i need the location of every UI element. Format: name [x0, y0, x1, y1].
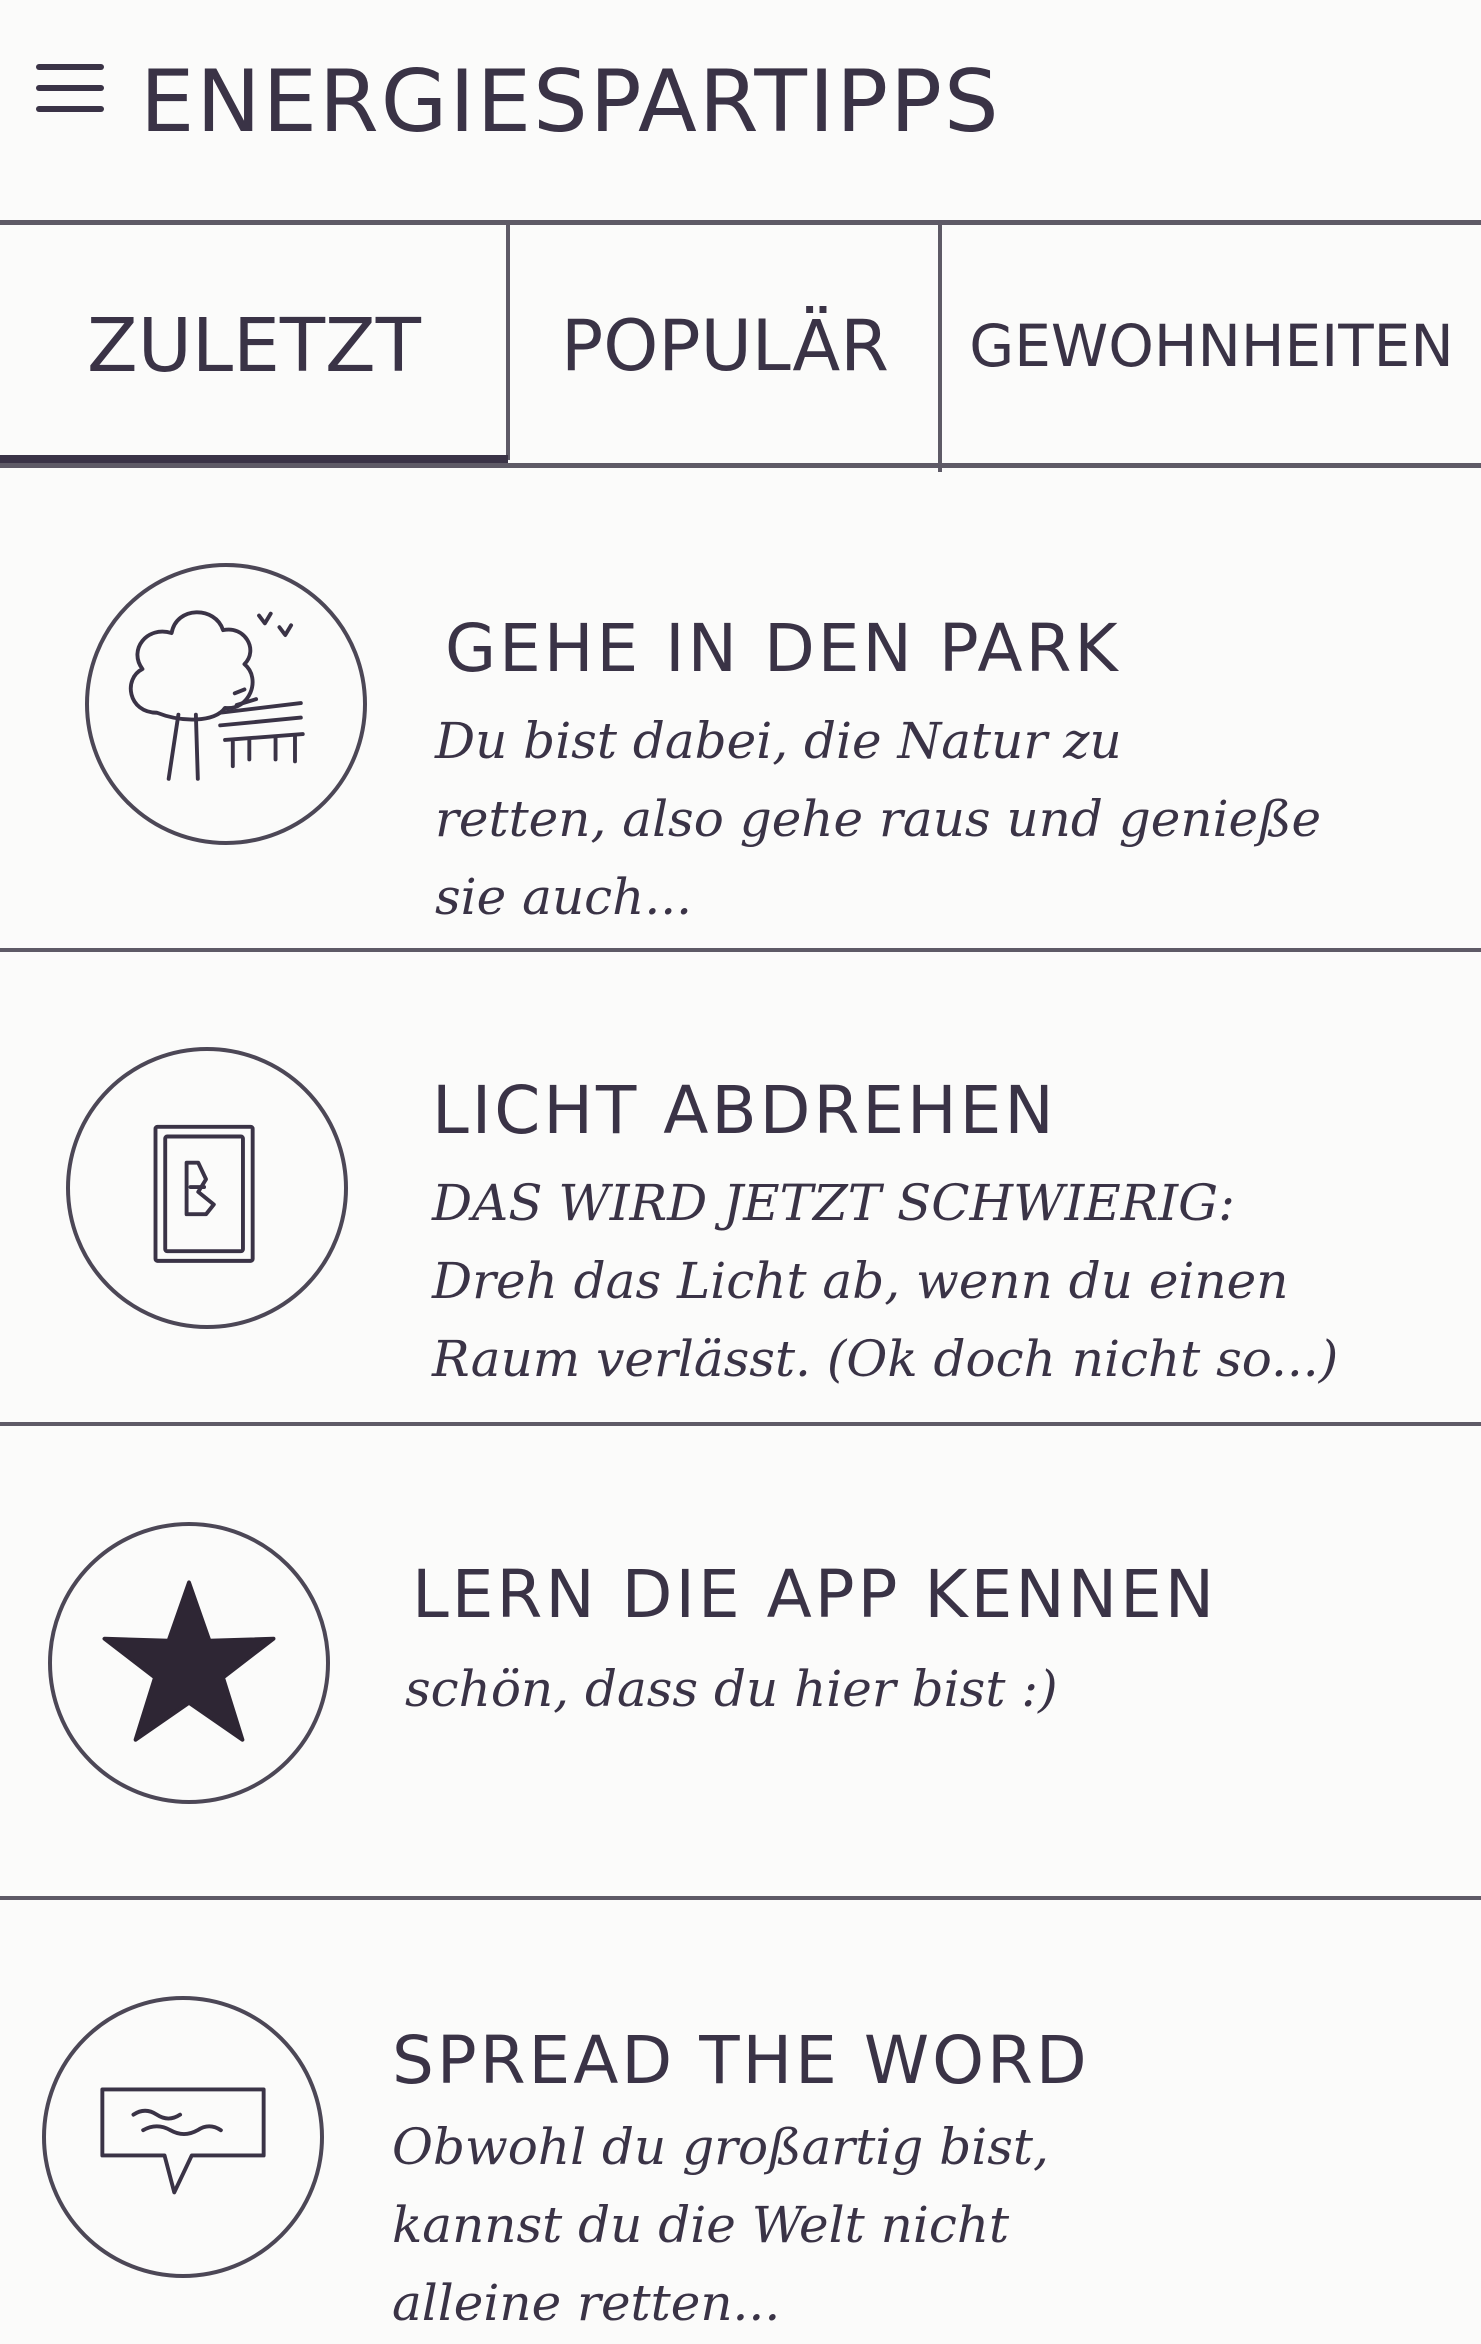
active-tab-indicator	[0, 455, 508, 463]
tab-label: ZULETZT	[87, 303, 421, 389]
tabs-bottom-divider	[0, 463, 1481, 468]
tip-card-app[interactable]: LERN DIE APP KENNEN schön, dass du hier …	[0, 1426, 1481, 1898]
icon-circle	[85, 563, 367, 845]
tab-label: POPULÄR	[561, 305, 889, 387]
tip-card-licht[interactable]: LICHT ABDREHEN DAS WIRD JETZT SCHWIERIG:…	[0, 952, 1481, 1424]
tip-title: SPREAD THE WORD	[392, 2022, 1090, 2099]
tip-title: LICHT ABDREHEN	[432, 1072, 1057, 1149]
icon-circle	[48, 1522, 330, 1804]
tab-zuletzt[interactable]: ZULETZT	[0, 222, 508, 470]
tip-card-park[interactable]: GEHE IN DEN PARK Du bist dabei, die Natu…	[0, 470, 1481, 950]
page-title: ENERGIESPARTIPPS	[140, 52, 1001, 152]
tip-description: schön, dass du hier bist :)	[405, 1660, 1058, 1718]
tip-title: LERN DIE APP KENNEN	[412, 1556, 1218, 1633]
light-switch-icon	[153, 1124, 255, 1263]
tab-label: GEWOHNHEITEN	[969, 312, 1454, 380]
speech-bubble-icon	[100, 2087, 266, 2195]
tip-title: GEHE IN DEN PARK	[445, 610, 1121, 687]
tab-populaer[interactable]: POPULÄR	[512, 222, 938, 470]
tip-description: DAS WIRD JETZT SCHWIERIG: Dreh das Licht…	[432, 1174, 1339, 1388]
app-header: ENERGIESPARTIPPS	[0, 0, 1481, 222]
park-tree-bench-icon	[128, 610, 305, 781]
icon-circle	[66, 1047, 348, 1329]
tab-divider	[506, 222, 510, 460]
hamburger-menu-icon[interactable]	[36, 60, 108, 120]
tab-divider	[938, 222, 942, 472]
tip-description: Du bist dabei, die Natur zu retten, also…	[435, 712, 1322, 926]
star-icon	[102, 1580, 276, 1742]
tab-gewohnheiten[interactable]: GEWOHNHEITEN	[942, 222, 1481, 470]
tab-bar: ZULETZT POPULÄR GEWOHNHEITEN	[0, 222, 1481, 470]
tip-card-spread[interactable]: SPREAD THE WORD Obwohl du großartig bist…	[0, 1900, 1481, 2344]
tip-description: Obwohl du großartig bist, kannst du die …	[392, 2118, 1049, 2332]
icon-circle	[42, 1996, 324, 2278]
